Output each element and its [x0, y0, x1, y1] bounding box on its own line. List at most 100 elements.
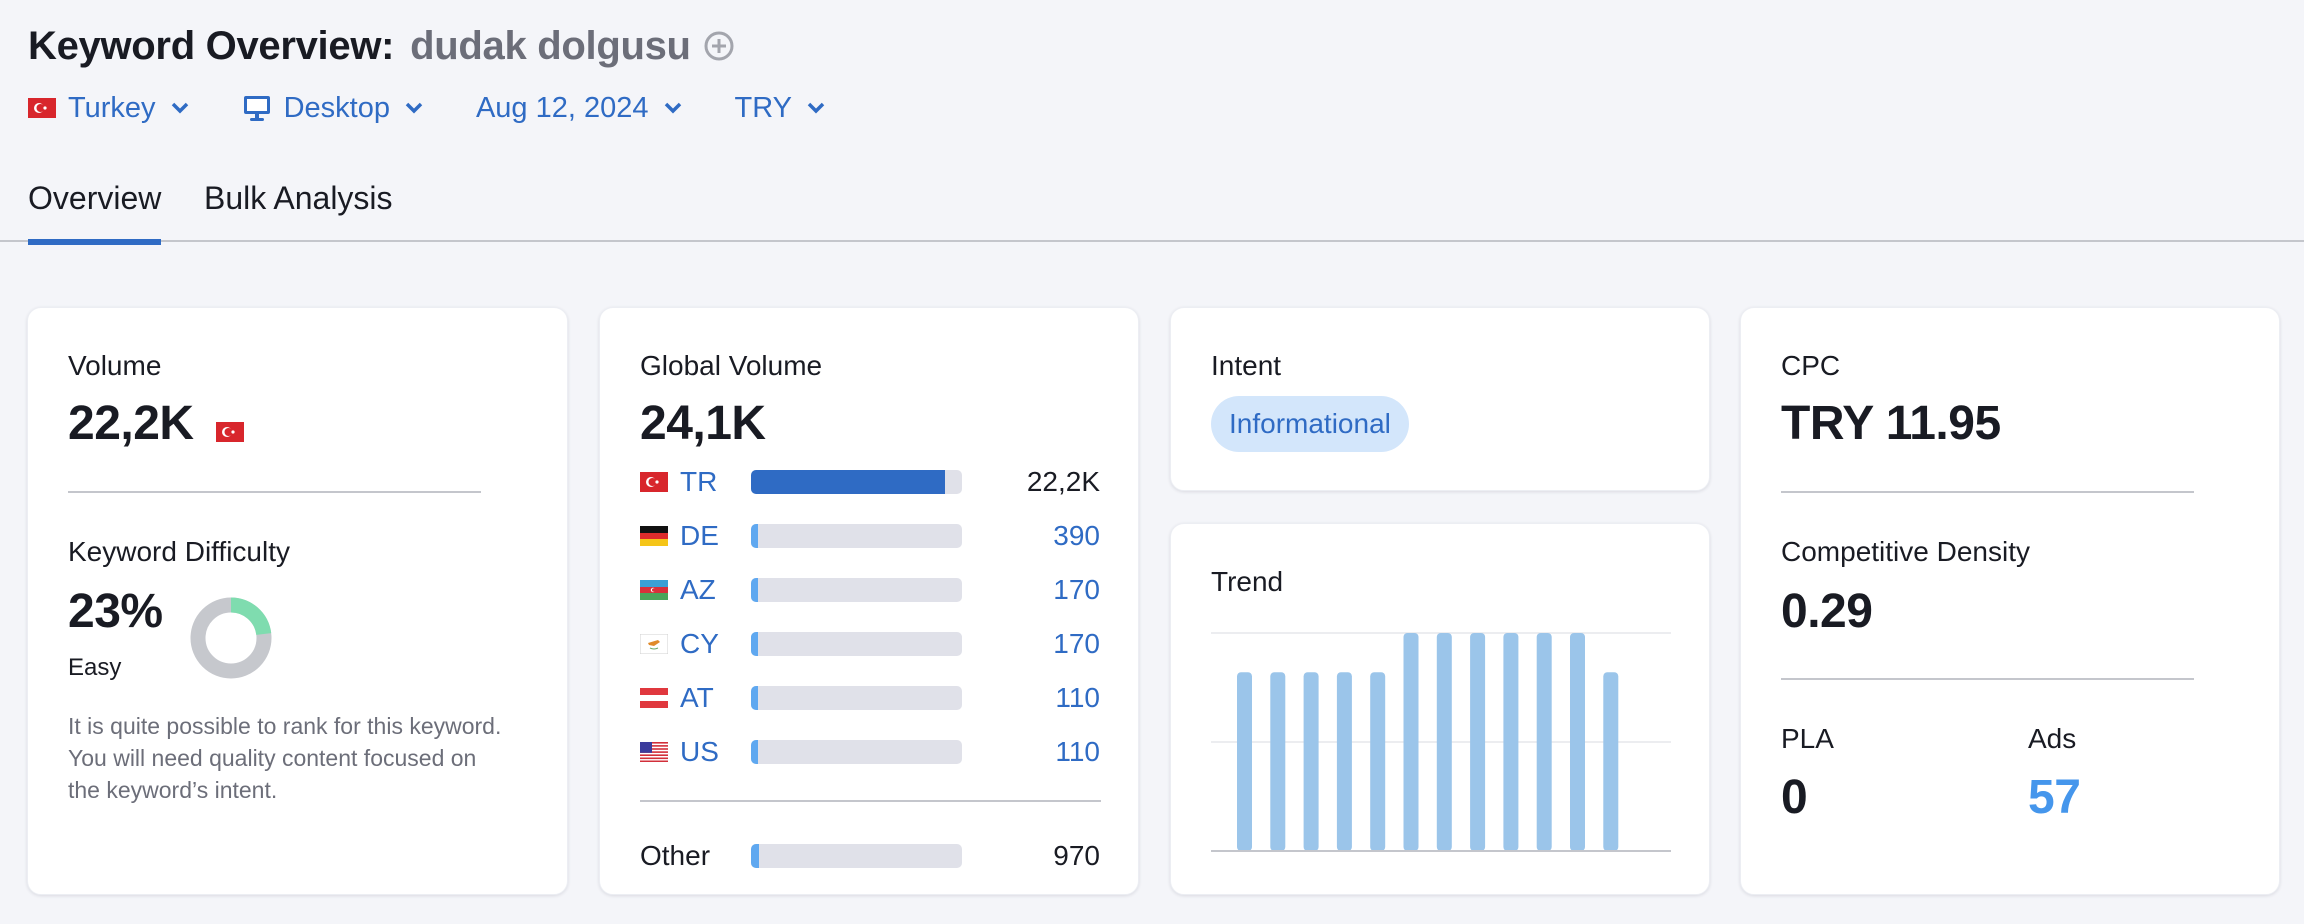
page-header: Keyword Overview: dudak dolgusu: [28, 18, 735, 74]
trend-label: Trend: [1211, 566, 1284, 597]
volume-label: Volume: [68, 350, 162, 381]
monitor-icon: [243, 96, 270, 121]
divider: [68, 491, 481, 493]
country-volume-bar: [751, 740, 962, 764]
other-label: Other: [640, 840, 711, 871]
country-volume-bar-fill: [751, 632, 759, 656]
ads-value[interactable]: 57: [2028, 770, 2081, 825]
global-volume-label: Global Volume: [640, 350, 823, 381]
other-bar-fill: [751, 844, 760, 868]
ads-label: Ads: [2028, 723, 2077, 754]
global-volume-row: AZ 170: [640, 570, 1100, 610]
country-volume-bar-fill: [751, 524, 759, 548]
country-volume-bar-fill: [751, 578, 759, 602]
country-code-link[interactable]: CY: [680, 628, 750, 660]
trend-bar[interactable]: [1370, 672, 1386, 851]
country-dropdown[interactable]: Turkey: [28, 92, 190, 125]
trend-bar[interactable]: [1303, 672, 1319, 851]
cpc-value: TRY 11.95: [1781, 397, 2001, 450]
divider: [640, 800, 1101, 802]
country-code-link[interactable]: AZ: [680, 574, 750, 606]
country-volume-bar: [751, 470, 962, 494]
currency-dropdown[interactable]: TRY: [735, 92, 826, 125]
global-volume-other-row: Other 970: [640, 836, 1100, 876]
global-volume-row: TR 22,2K: [640, 462, 1100, 502]
chevron-down-icon: [664, 102, 681, 114]
country-volume-bar: [751, 524, 962, 548]
global-volume-row: DE 390: [640, 516, 1100, 556]
global-volume-value: 24,1K: [640, 397, 766, 450]
country-label: Turkey: [68, 91, 156, 124]
trend-bar[interactable]: [1603, 672, 1619, 851]
flag-cy-icon: [640, 634, 668, 654]
device-label: Desktop: [283, 91, 390, 124]
global-volume-row: US 110: [640, 732, 1100, 772]
country-volume-bar: [751, 686, 962, 710]
date-label: Aug 12, 2024: [475, 91, 649, 124]
flag-at-icon: [640, 688, 668, 708]
trend-bar[interactable]: [1570, 633, 1585, 851]
flag-tr-icon: [216, 422, 244, 442]
tabs-bar: Overview Bulk Analysis: [0, 170, 2304, 245]
currency-label: TRY: [734, 91, 792, 124]
cpc-label: CPC: [1781, 350, 1841, 381]
keyword-difficulty-description: It is quite possible to rank for this ke…: [68, 713, 502, 803]
chevron-down-icon: [807, 102, 825, 114]
country-volume-bar: [751, 632, 962, 656]
country-volume-value[interactable]: 110: [1055, 682, 1100, 714]
country-code-link[interactable]: DE: [680, 520, 750, 552]
keyword-difficulty-level: Easy: [68, 654, 122, 681]
volume-value: 22,2K: [68, 397, 194, 450]
country-code-link[interactable]: TR: [680, 466, 750, 498]
global-volume-card: Global Volume 24,1K TR 22,2K DE 390 AZ 170 CY 1…: [599, 307, 1139, 895]
trend-bar[interactable]: [1336, 672, 1352, 851]
trend-bar[interactable]: [1470, 633, 1486, 851]
intent-card: Intent Informational: [1170, 307, 1710, 491]
pla-label: PLA: [1781, 723, 1834, 754]
divider: [1781, 678, 2194, 680]
global-volume-row: AT 110: [640, 678, 1100, 718]
trend-bar[interactable]: [1536, 633, 1552, 851]
keyword-difficulty-label: Keyword Difficulty: [68, 536, 291, 567]
plus-circle-icon[interactable]: [703, 30, 735, 62]
chevron-down-icon: [405, 102, 423, 114]
date-dropdown[interactable]: Aug 12, 2024: [476, 92, 683, 125]
competitive-density-value: 0.29: [1781, 585, 1873, 638]
intent-badge: Informational: [1211, 396, 1409, 452]
divider: [1781, 491, 2194, 493]
country-volume-bar-fill: [751, 740, 759, 764]
global-volume-row: CY 170: [640, 624, 1100, 664]
tab-bulk-analysis[interactable]: Bulk Analysis: [204, 180, 393, 239]
device-dropdown[interactable]: Desktop: [242, 92, 424, 125]
country-code-link[interactable]: AT: [680, 682, 750, 714]
flag-tr-icon: [640, 472, 668, 492]
country-volume-value[interactable]: 390: [1053, 520, 1100, 552]
country-code-link[interactable]: US: [680, 736, 750, 768]
trend-bar[interactable]: [1237, 672, 1252, 851]
flag-de-icon: [640, 526, 668, 546]
chevron-down-icon: [171, 102, 188, 114]
trend-card: Trend: [1170, 523, 1710, 895]
trend-chart: [1211, 632, 1671, 852]
trend-bar[interactable]: [1270, 672, 1286, 851]
keyword-difficulty-value: 23%: [68, 585, 163, 638]
trend-bar[interactable]: [1403, 633, 1419, 851]
country-volume-bar-fill: [751, 470, 946, 494]
trend-bar[interactable]: [1503, 633, 1519, 851]
country-volume-value[interactable]: 170: [1053, 628, 1100, 660]
flag-tr-icon: [28, 98, 56, 118]
cpc-card: CPC TRY 11.95 Competitive Density 0.29 P…: [1740, 307, 2280, 895]
other-value: 970: [1053, 840, 1100, 871]
other-bar: [751, 844, 962, 868]
flag-us-icon: [640, 742, 668, 762]
country-volume-bar: [751, 578, 962, 602]
country-volume-bar-fill: [751, 686, 759, 710]
filters-bar: Turkey Desktop Aug 12, 2024 TRY: [28, 88, 878, 128]
country-volume-value[interactable]: 170: [1053, 574, 1100, 606]
trend-bar[interactable]: [1436, 633, 1452, 851]
country-volume-value: 22,2K: [1026, 466, 1100, 497]
tab-overview[interactable]: Overview: [28, 180, 162, 245]
keyword-title: dudak dolgusu: [410, 23, 691, 68]
country-volume-value[interactable]: 110: [1055, 736, 1100, 768]
volume-card: Volume 22,2K Keyword Difficulty 23% Easy…: [27, 307, 568, 895]
